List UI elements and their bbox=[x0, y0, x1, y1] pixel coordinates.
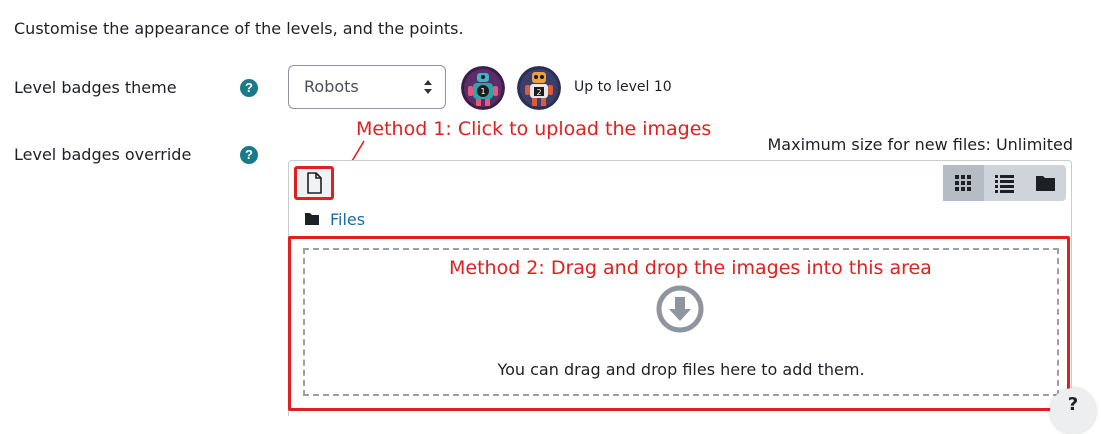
override-help-icon[interactable]: ? bbox=[240, 146, 258, 164]
svg-text:2: 2 bbox=[536, 88, 541, 97]
breadcrumb: Files bbox=[304, 210, 365, 229]
view-switcher bbox=[943, 165, 1067, 201]
dropzone-text: You can drag and drop files here to add … bbox=[497, 360, 865, 379]
breadcrumb-files-link[interactable]: Files bbox=[330, 210, 365, 229]
override-label: Level badges override bbox=[14, 145, 192, 164]
robot-badge-2-icon: 2 bbox=[517, 66, 561, 110]
view-icons-button[interactable] bbox=[943, 165, 984, 201]
robot-badge-1-icon: 1 bbox=[461, 66, 505, 110]
theme-help-icon[interactable]: ? bbox=[240, 79, 258, 97]
annotation-method-2: Method 2: Drag and drop the images into … bbox=[449, 257, 932, 279]
section-intro: Customise the appearance of the levels, … bbox=[14, 19, 464, 38]
grid-icon bbox=[955, 175, 971, 191]
annotation-method-1: Method 1: Click to upload the images bbox=[356, 118, 712, 140]
max-size-text: Maximum size for new files: Unlimited bbox=[767, 135, 1074, 154]
download-arrow-icon bbox=[656, 285, 704, 333]
preview-caption: Up to level 10 bbox=[574, 79, 672, 95]
view-tree-button[interactable] bbox=[1025, 165, 1066, 201]
add-file-button[interactable] bbox=[294, 166, 334, 200]
theme-select-value: Robots bbox=[304, 77, 359, 96]
folder-icon bbox=[305, 213, 319, 225]
select-arrows-icon bbox=[424, 80, 432, 94]
list-icon bbox=[995, 175, 1014, 193]
theme-select[interactable]: Robots bbox=[288, 65, 446, 109]
question-icon: ? bbox=[1067, 394, 1079, 415]
svg-text:1: 1 bbox=[480, 87, 485, 96]
folder-icon bbox=[1036, 176, 1055, 191]
floating-help-button[interactable]: ? bbox=[1050, 388, 1096, 434]
view-list-button[interactable] bbox=[984, 165, 1025, 201]
theme-label: Level badges theme bbox=[14, 78, 177, 97]
file-icon bbox=[307, 172, 322, 194]
